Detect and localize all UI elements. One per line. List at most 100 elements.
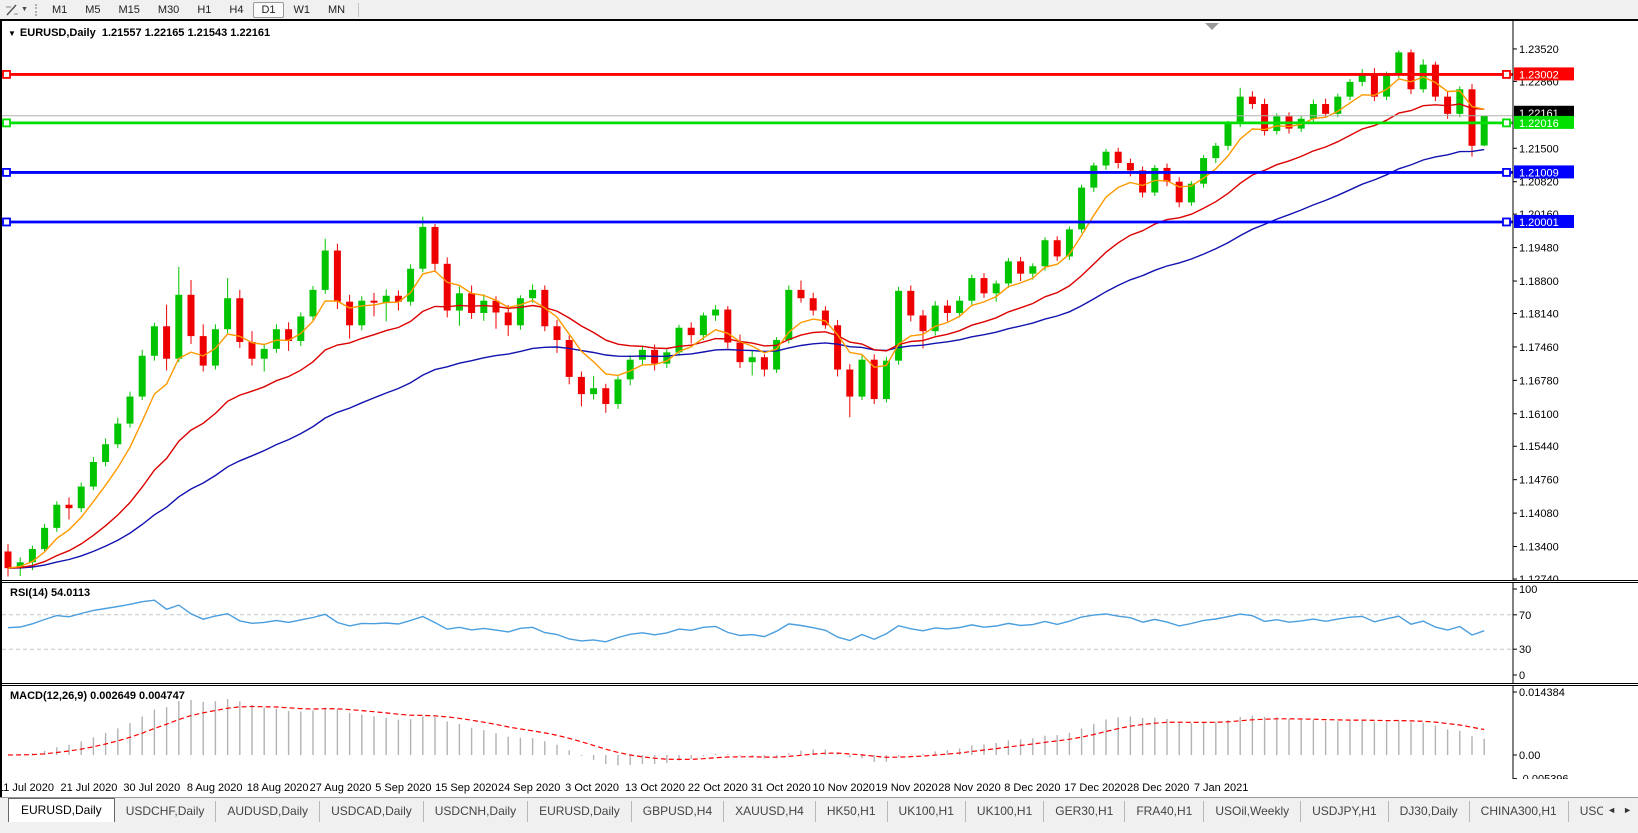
svg-text:1.13400: 1.13400 <box>1519 542 1559 554</box>
line-anchor-icon[interactable] <box>1502 70 1511 79</box>
tab-scroll-right-icon[interactable]: ► <box>1623 805 1632 815</box>
svg-text:0.014384: 0.014384 <box>1519 687 1565 699</box>
timeframe-button-m15[interactable]: M15 <box>111 2 148 18</box>
chart-tab-7[interactable]: XAUUSD,H4 <box>724 801 816 822</box>
timeframe-button-w1[interactable]: W1 <box>286 2 319 18</box>
date-label: 8 Aug 2020 <box>186 782 243 794</box>
chart-tab-8[interactable]: HK50,H1 <box>816 801 888 822</box>
date-label: 18 Aug 2020 <box>246 782 309 794</box>
toolbar-separator <box>358 2 360 17</box>
svg-text:1.15440: 1.15440 <box>1519 441 1559 453</box>
date-label: 10 Nov 2020 <box>812 782 875 794</box>
date-label: 31 Oct 2020 <box>750 782 811 794</box>
chart-tab-0[interactable]: EURUSD,Daily <box>8 798 115 822</box>
timeframe-button-h1[interactable]: H1 <box>189 2 219 18</box>
line-anchor-icon[interactable] <box>1502 118 1511 128</box>
date-axis[interactable]: 11 Jul 2020 21 Jul 2020 30 Jul 2020 8 Aug 2… <box>0 779 1638 796</box>
timeframe-button-m30[interactable]: M30 <box>150 2 187 18</box>
tab-scroll-arrows: ◄ ► <box>1603 798 1636 822</box>
chart-tab-1[interactable]: USDCHF,Daily <box>115 801 217 822</box>
chart-tab-15[interactable]: DJ30,Daily <box>1389 801 1470 822</box>
svg-text:70: 70 <box>1519 610 1531 622</box>
svg-text:1.20001: 1.20001 <box>1519 217 1559 229</box>
tab-scroll-left-icon[interactable]: ◄ <box>1607 805 1616 815</box>
date-label: 21 Jul 2020 <box>60 782 118 794</box>
svg-text:1.19480: 1.19480 <box>1519 243 1559 255</box>
line-anchor-icon[interactable] <box>1502 168 1511 177</box>
price-tag-1.21009: 1.21009 <box>1514 165 1574 179</box>
chart-tab-6[interactable]: GBPUSD,H4 <box>632 801 725 822</box>
candlesticks <box>4 49 1488 577</box>
svg-text:30: 30 <box>1519 644 1531 656</box>
collapse-triangle-icon[interactable]: ▼ <box>8 29 16 38</box>
date-label: 22 Oct 2020 <box>687 782 748 794</box>
line-anchor-icon[interactable] <box>2 168 11 177</box>
chart-tab-5[interactable]: EURUSD,Daily <box>528 801 632 822</box>
rsi-panel-canvas[interactable]: 100 70 30 0 <box>2 583 1638 683</box>
svg-text:1.23002: 1.23002 <box>1519 69 1559 81</box>
date-label: 13 Oct 2020 <box>625 782 685 794</box>
rsi-line <box>7 599 1485 643</box>
macd-histogram <box>19 699 1485 766</box>
tool-dropdown-arrow-icon[interactable]: ▼ <box>21 6 28 13</box>
svg-text:1.14760: 1.14760 <box>1519 475 1559 487</box>
svg-text:1.21500: 1.21500 <box>1519 143 1559 155</box>
timeframe-toolbar: ▼ M1 M5 M15 M30 H1 H4 D1 W1 MN <box>0 0 1638 20</box>
timeframe-button-mn[interactable]: MN <box>320 2 353 18</box>
date-label: 7 Jan 2021 <box>1193 782 1249 794</box>
timeframe-button-d1[interactable]: D1 <box>253 1 284 18</box>
svg-text:0: 0 <box>1519 670 1525 682</box>
chart-tab-10[interactable]: UK100,H1 <box>966 801 1045 822</box>
chart-title-symbol: EURUSD,Daily <box>19 27 96 39</box>
date-label: 28 Nov 2020 <box>938 782 1001 794</box>
date-label: 24 Sep 2020 <box>497 782 561 794</box>
chart-tab-4[interactable]: USDCNH,Daily <box>424 801 529 822</box>
timeframe-button-m1[interactable]: M1 <box>44 2 75 18</box>
price-tag-1.23002: 1.23002 <box>1514 67 1574 81</box>
crosshair-tool-icon[interactable] <box>3 2 21 17</box>
chart-title: ▼ EURUSD,Daily 1.21557 1.22165 1.21543 1.… <box>8 27 270 39</box>
line-anchor-icon[interactable] <box>2 118 11 128</box>
date-label: 27 Aug 2020 <box>309 782 372 794</box>
price-chart-canvas[interactable]: 1.235201.228601.215001.208201.201601.194… <box>2 21 1638 580</box>
date-label: 3 Oct 2020 <box>565 782 620 794</box>
date-label: 15 Sep 2020 <box>435 782 498 794</box>
chart-tab-13[interactable]: USOil,Weekly <box>1204 801 1302 822</box>
svg-text:1.14080: 1.14080 <box>1519 508 1559 520</box>
chart-tab-3[interactable]: USDCAD,Daily <box>320 801 424 822</box>
svg-text:100: 100 <box>1519 584 1537 596</box>
chart-tab-2[interactable]: AUDUSD,Daily <box>216 801 321 822</box>
timeframe-button-m5[interactable]: M5 <box>77 2 108 18</box>
svg-text:1.16100: 1.16100 <box>1519 409 1559 421</box>
line-anchor-icon[interactable] <box>1502 217 1511 227</box>
date-label: 5 Sep 2020 <box>375 782 432 794</box>
rsi-label: RSI(14) 54.0113 <box>10 587 91 599</box>
chart-title-ohlc: 1.21557 1.22165 1.21543 1.22161 <box>101 27 271 39</box>
svg-text:1.22016: 1.22016 <box>1519 118 1559 130</box>
chart-shift-marker[interactable] <box>1205 23 1219 30</box>
date-label: 17 Dec 2020 <box>1064 782 1127 794</box>
line-anchor-icon[interactable] <box>2 217 11 227</box>
chart-tab-12[interactable]: FRA40,H1 <box>1125 801 1205 822</box>
svg-text:1.18800: 1.18800 <box>1519 276 1559 288</box>
svg-text:1.16780: 1.16780 <box>1519 375 1559 387</box>
mt4-terminal: ▼ M1 M5 M15 M30 H1 H4 D1 W1 MN 1.23520 1.22860 1.2… <box>0 0 1638 833</box>
chart-window: 1.235201.228601.215001.208201.201601.194… <box>0 19 1638 799</box>
macd-panel-canvas[interactable]: 0.0143840.00-0.005396 <box>2 686 1638 779</box>
chart-tab-16[interactable]: CHINA300,H1 <box>1470 801 1569 822</box>
price-tag-1.22016: 1.22016 <box>1514 115 1574 130</box>
line-anchor-icon[interactable] <box>2 70 11 79</box>
date-label: 19 Nov 2020 <box>875 782 938 794</box>
svg-text:0.00: 0.00 <box>1519 750 1540 762</box>
date-label: 28 Dec 2020 <box>1126 782 1190 794</box>
chart-tab-9[interactable]: UK100,H1 <box>888 801 966 822</box>
timeframe-button-h4[interactable]: H4 <box>221 2 251 18</box>
chart-tab-11[interactable]: GER30,H1 <box>1044 801 1126 822</box>
svg-text:1.23520: 1.23520 <box>1519 44 1559 56</box>
date-label: 8 Dec 2020 <box>1004 782 1061 794</box>
chart-tab-14[interactable]: USDJPY,H1 <box>1301 801 1389 822</box>
chart-tab-bar: EURUSD,Daily USDCHF,Daily AUDUSD,Daily USDC… <box>0 797 1638 822</box>
svg-text:1.17460: 1.17460 <box>1519 342 1559 354</box>
macd-signal-line <box>7 705 1485 761</box>
ma-slow-blue[interactable] <box>7 148 1485 569</box>
